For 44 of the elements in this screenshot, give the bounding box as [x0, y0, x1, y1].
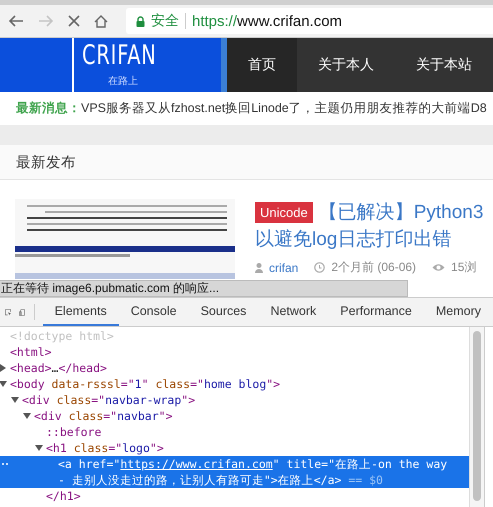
- post-time: 2个月前 (06-06): [331, 259, 416, 276]
- back-icon[interactable]: [8, 14, 24, 28]
- selected-dom-node[interactable]: <a href="https://www.crifan.com" title="在路上-on the way - 走别人没走过的路，让别人有路可走">在路上</a> == $0: [0, 456, 469, 488]
- dom-node[interactable]: <html>: [0, 344, 469, 360]
- disclosure-triangle-icon[interactable]: [0, 381, 7, 387]
- nav-link[interactable]: 首页: [227, 38, 297, 92]
- logo-subtitle: 在路上: [108, 74, 139, 88]
- section-title: 最新发布: [16, 154, 76, 172]
- devtools-tab[interactable]: Console: [118, 298, 189, 326]
- nav-link[interactable]: 关于本人: [297, 38, 395, 92]
- devtools-tab[interactable]: Network: [258, 298, 328, 326]
- devtools-tab[interactable]: Elements: [42, 298, 119, 326]
- author-link[interactable]: crifan: [269, 260, 298, 274]
- scrollbar-thumb[interactable]: [473, 331, 481, 501]
- nav-link[interactable]: 关于本站: [395, 38, 493, 92]
- lock-icon: [136, 16, 145, 26]
- close-icon[interactable]: [68, 15, 80, 27]
- news-text: 最新消息：VPS服务器又从fzhost.net换回Linode了，主题仍用朋友推荐的大前端D8: [16, 100, 487, 117]
- post-title[interactable]: 【已解决】Python3: [318, 199, 484, 226]
- user-icon: [255, 262, 263, 272]
- code-thumbnail-drawing[interactable]: [15, 199, 235, 279]
- address-bar[interactable]: 安全 https://www.crifan.com: [126, 8, 493, 34]
- dom-node[interactable]: <div class="navbar">: [0, 408, 469, 424]
- view-count: 15浏: [451, 259, 476, 276]
- devtools-tab[interactable]: Sources: [188, 298, 258, 326]
- url-text: https://www.crifan.com: [192, 12, 342, 30]
- logo-title: CRIFAN: [82, 39, 158, 73]
- clock-icon: [314, 262, 326, 273]
- dom-node[interactable]: <div class="navbar-wrap">: [0, 392, 469, 408]
- disclosure-triangle-icon[interactable]: [23, 413, 31, 419]
- disclosure-triangle-icon[interactable]: [11, 397, 19, 403]
- home-icon[interactable]: [94, 14, 108, 28]
- post-title-continued[interactable]: 以避免log日志打印出错: [255, 226, 486, 253]
- devtools-tab[interactable]: Performance: [328, 298, 424, 326]
- disclosure-triangle-icon[interactable]: [0, 364, 6, 372]
- dom-node[interactable]: <body data-rsssl="1" class="home blog">: [0, 376, 469, 392]
- dom-node[interactable]: <head>…</head>: [0, 360, 469, 376]
- dom-node[interactable]: </h1>: [0, 488, 469, 504]
- security-label: 安全: [151, 12, 179, 30]
- status-bubble: 正在等待 image6.pubmatic.com 的响应...: [0, 280, 408, 297]
- eye-icon: [432, 263, 446, 272]
- devtools-tab[interactable]: Memory: [424, 298, 493, 326]
- category-tag[interactable]: Unicode: [255, 202, 313, 223]
- dom-node[interactable]: ::before: [0, 424, 469, 440]
